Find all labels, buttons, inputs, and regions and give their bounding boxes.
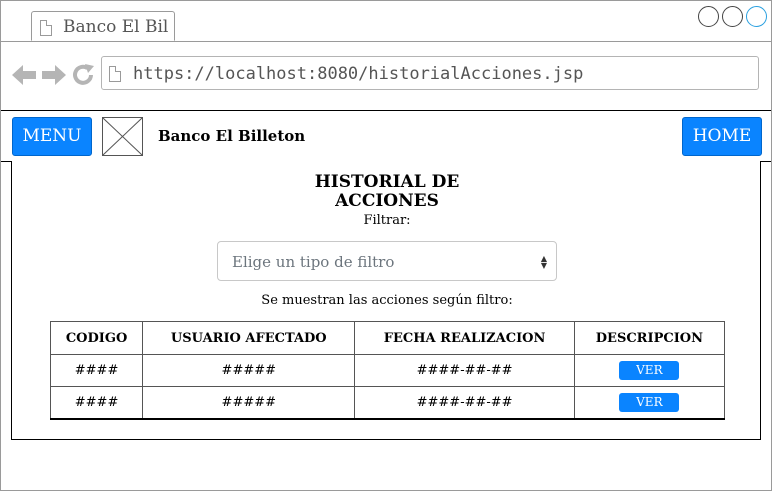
app-navbar: MENU Banco El Billeton HOME bbox=[1, 110, 771, 162]
back-arrow-icon[interactable] bbox=[12, 64, 36, 86]
cell-fecha: ####-##-## bbox=[354, 386, 575, 420]
url-bar[interactable]: https://localhost:8080/historialAcciones… bbox=[101, 56, 759, 90]
close-button[interactable] bbox=[746, 6, 767, 27]
browser-window: Banco El Bil https://localhost:8080/hist… bbox=[0, 0, 772, 491]
table-row: #### ##### ####-##-## VER bbox=[49, 354, 726, 387]
page-title-line-2: ACCIONES bbox=[335, 191, 439, 211]
cell-codigo: #### bbox=[49, 386, 144, 420]
tab-title: Banco El Bil bbox=[63, 17, 169, 37]
menu-button[interactable]: MENU bbox=[12, 117, 92, 156]
ver-button[interactable]: VER bbox=[619, 393, 680, 412]
results-subtitle: Se muestran las acciones según filtro: bbox=[261, 293, 513, 308]
cell-usuario: ##### bbox=[142, 354, 356, 387]
table-row: #### ##### ####-##-## VER bbox=[49, 386, 726, 420]
home-button[interactable]: HOME bbox=[682, 117, 762, 156]
reload-icon[interactable] bbox=[72, 64, 94, 86]
filter-select[interactable]: Elige un tipo de filtro ▲ ▼ bbox=[217, 241, 557, 281]
page-title: HISTORIAL DE ACCIONES bbox=[12, 173, 762, 211]
column-header-codigo: CODIGO bbox=[49, 321, 144, 355]
document-icon bbox=[109, 66, 121, 82]
maximize-button[interactable] bbox=[722, 6, 743, 27]
actions-table: CODIGO USUARIO AFECTADO FECHA REALIZACIO… bbox=[49, 321, 726, 420]
column-header-descripcion: DESCRIPCION bbox=[573, 321, 726, 355]
main-content: HISTORIAL DE ACCIONES Filtrar: Elige un … bbox=[11, 161, 761, 440]
document-icon bbox=[40, 20, 52, 36]
cell-fecha: ####-##-## bbox=[354, 354, 575, 387]
table-header-row: CODIGO USUARIO AFECTADO FECHA REALIZACIO… bbox=[49, 321, 726, 355]
filter-select-placeholder: Elige un tipo de filtro bbox=[232, 253, 395, 271]
cell-descripcion: VER bbox=[573, 354, 726, 387]
tab-strip: Banco El Bil bbox=[1, 1, 771, 42]
image-placeholder-icon bbox=[102, 117, 143, 156]
window-controls bbox=[698, 6, 767, 27]
brand-name: Banco El Billeton bbox=[158, 127, 306, 145]
cell-descripcion: VER bbox=[573, 386, 726, 420]
page-title-line-1: HISTORIAL DE bbox=[314, 172, 460, 192]
address-bar-row: https://localhost:8080/historialAcciones… bbox=[1, 42, 771, 110]
url-text: https://localhost:8080/historialAcciones… bbox=[133, 64, 584, 84]
cell-codigo: #### bbox=[49, 354, 144, 387]
ver-button[interactable]: VER bbox=[619, 361, 680, 380]
forward-arrow-icon[interactable] bbox=[42, 64, 66, 86]
browser-tab[interactable]: Banco El Bil bbox=[31, 11, 175, 41]
column-header-usuario: USUARIO AFECTADO bbox=[142, 321, 356, 355]
minimize-button[interactable] bbox=[698, 6, 719, 27]
column-header-fecha: FECHA REALIZACION bbox=[354, 321, 575, 355]
filter-label: Filtrar: bbox=[363, 213, 411, 228]
sort-caret-icon: ▲ ▼ bbox=[540, 254, 547, 270]
cell-usuario: ##### bbox=[142, 386, 356, 420]
